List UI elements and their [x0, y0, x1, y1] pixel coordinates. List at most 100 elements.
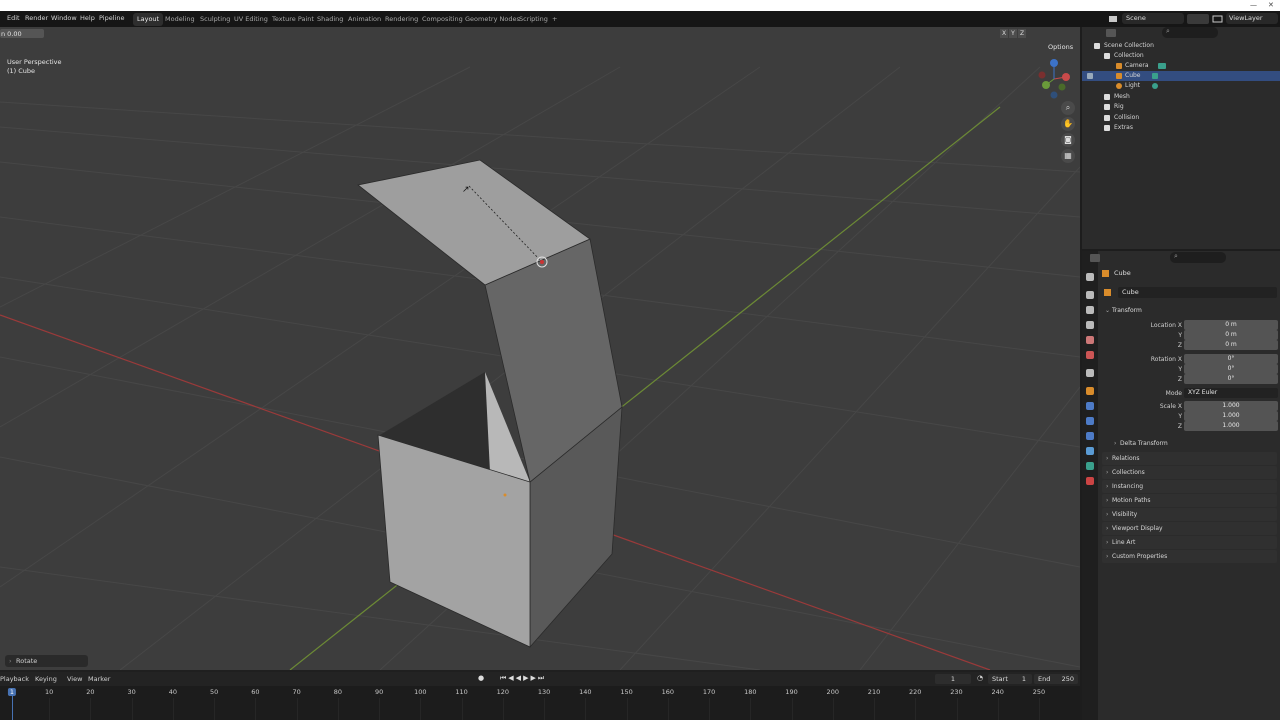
axis-x-toggle[interactable]: X [1000, 29, 1008, 38]
tab-layout[interactable]: Layout [133, 13, 164, 26]
render-tab-icon[interactable] [1086, 291, 1094, 299]
minimize-button[interactable]: — [1250, 1, 1257, 9]
physics-tab-icon[interactable] [1086, 432, 1094, 440]
editor-type-icon[interactable] [1106, 29, 1116, 37]
menu-pipeline[interactable]: Pipeline [99, 14, 124, 22]
relations-panel[interactable]: Relations [1102, 452, 1277, 465]
playhead-line[interactable] [12, 696, 13, 720]
outliner-search-input[interactable]: ⌕ [1162, 27, 1218, 38]
menu-keying[interactable]: Keying [35, 675, 57, 683]
editor-type-icon[interactable] [1090, 254, 1100, 262]
viewport-scene[interactable]: ↗ [0, 27, 1080, 670]
outliner-item-camera[interactable]: Camera [1082, 61, 1280, 71]
scale-z-field[interactable]: 1.000 [1184, 421, 1278, 431]
zoom-icon[interactable]: ⌕ [1061, 101, 1075, 115]
outliner-item-extras[interactable]: Extras [1082, 123, 1280, 133]
delta-transform-subpanel[interactable]: Delta Transform [1110, 437, 1277, 450]
tab-compositing[interactable]: Compositing [418, 13, 467, 26]
pan-hand-icon[interactable]: ✋ [1061, 117, 1075, 131]
end-frame-field[interactable]: End 250 [1034, 674, 1078, 684]
scene-selector[interactable]: Scene [1122, 13, 1184, 24]
material-tab-icon[interactable] [1086, 477, 1094, 485]
ortho-grid-icon[interactable]: ▦ [1061, 149, 1075, 163]
playback-controls-icon[interactable]: ⏮◀◀▶▶⏭ [500, 674, 564, 684]
motion-paths-panel[interactable]: Motion Paths [1102, 494, 1277, 507]
rotation-z-field[interactable]: 0° [1184, 374, 1278, 384]
axis-z-toggle[interactable]: Z [1018, 29, 1026, 38]
current-frame-field[interactable]: 1 [935, 674, 971, 684]
rotation-y-field[interactable]: 0° [1184, 364, 1278, 374]
ruler-tick-label: 120 [496, 688, 510, 696]
transform-panel-header[interactable]: ⌄ Transform [1102, 304, 1277, 317]
tab-uv-editing[interactable]: UV Editing [230, 13, 272, 26]
outliner-item-light[interactable]: Light [1082, 81, 1280, 91]
clock-icon[interactable]: ◔ [977, 674, 983, 682]
scene-tab-icon[interactable] [1086, 336, 1094, 344]
record-icon[interactable]: ● [478, 674, 488, 684]
properties-search-input[interactable]: ⌕ [1170, 252, 1226, 263]
outliner-item-cube[interactable]: Cube [1082, 71, 1280, 81]
navigation-gizmo[interactable] [1036, 57, 1072, 101]
particles-tab-icon[interactable] [1086, 417, 1094, 425]
menu-window[interactable]: Window [51, 14, 77, 22]
camera-view-icon[interactable]: ◙ [1061, 133, 1075, 147]
instancing-panel[interactable]: Instancing [1102, 480, 1277, 493]
ruler-tick-line [915, 698, 917, 720]
constraints-tab-icon[interactable] [1086, 447, 1094, 455]
tab-texture-paint[interactable]: Texture Paint [268, 13, 318, 26]
menu-help[interactable]: Help [80, 14, 95, 22]
view-layer-selector[interactable]: ViewLayer [1226, 13, 1278, 24]
outliner-item-rig[interactable]: Rig [1082, 102, 1280, 112]
tab-animation[interactable]: Animation [344, 13, 385, 26]
tab-shading[interactable]: Shading [313, 13, 347, 26]
collections-panel[interactable]: Collections [1102, 466, 1277, 479]
mirror-axis-toggles[interactable]: X Y Z [992, 29, 1028, 38]
modifier-tab-icon[interactable] [1086, 402, 1094, 410]
output-tab-icon[interactable] [1086, 306, 1094, 314]
mesh-data-icon[interactable] [1152, 73, 1158, 79]
add-workspace-button[interactable]: + [548, 13, 561, 26]
custom-properties-panel[interactable]: Custom Properties [1102, 550, 1277, 563]
outliner-scene-collection[interactable]: Scene Collection [1082, 41, 1280, 51]
scale-x-field[interactable]: 1.000 [1184, 401, 1278, 411]
scale-y-field[interactable]: 1.000 [1184, 411, 1278, 421]
outliner-item-collection[interactable]: Collection [1082, 51, 1280, 61]
3d-viewport[interactable]: ↗ X Y Z Options n 0.00 User Perspective … [0, 27, 1080, 670]
start-frame-field[interactable]: Start 1 [988, 674, 1032, 684]
axis-y-toggle[interactable]: Y [1009, 29, 1017, 38]
tab-rendering[interactable]: Rendering [381, 13, 422, 26]
datablock-name-field[interactable]: Cube [1118, 287, 1277, 298]
menu-view[interactable]: View [67, 675, 82, 683]
location-z-field[interactable]: 0 m [1184, 340, 1278, 350]
view-layer-tab-icon[interactable] [1086, 321, 1094, 329]
menu-marker[interactable]: Marker [88, 675, 110, 683]
viewport-display-panel[interactable]: Viewport Display [1102, 522, 1277, 535]
camera-data-icon[interactable] [1158, 63, 1166, 69]
scene-copy-icon[interactable] [1187, 14, 1209, 24]
data-tab-icon[interactable] [1086, 462, 1094, 470]
filter-icon[interactable] [1087, 73, 1093, 79]
menu-render[interactable]: Render [25, 14, 48, 22]
tab-modeling[interactable]: Modeling [161, 13, 199, 26]
light-data-icon[interactable] [1152, 83, 1158, 89]
tab-scripting[interactable]: Scripting [515, 13, 552, 26]
collection-tab-icon[interactable] [1086, 369, 1094, 377]
close-button[interactable]: ✕ [1268, 1, 1274, 9]
object-tab-icon[interactable] [1086, 387, 1094, 395]
outliner-item-mesh[interactable]: Mesh [1082, 92, 1280, 102]
tab-sculpting[interactable]: Sculpting [196, 13, 234, 26]
menu-edit[interactable]: Edit [7, 14, 20, 22]
rotation-mode-dropdown[interactable]: XYZ Euler [1184, 388, 1278, 398]
world-tab-icon[interactable] [1086, 351, 1094, 359]
timeline-ruler[interactable]: 1 10 20 30 40 50 60 70 80 90 100 110 120 130 140 150 160… [0, 686, 1080, 720]
operator-panel[interactable]: › Rotate [5, 655, 88, 667]
options-dropdown[interactable]: Options [1048, 43, 1073, 51]
rotation-x-field[interactable]: 0° [1184, 354, 1278, 364]
location-y-field[interactable]: 0 m [1184, 330, 1278, 340]
visibility-panel[interactable]: Visibility [1102, 508, 1277, 521]
outliner-item-collision[interactable]: Collision [1082, 113, 1280, 123]
menu-playback[interactable]: Playback [0, 675, 29, 683]
location-x-field[interactable]: 0 m [1184, 320, 1278, 330]
tool-tab-icon[interactable] [1086, 273, 1094, 281]
line-art-panel[interactable]: Line Art [1102, 536, 1277, 549]
